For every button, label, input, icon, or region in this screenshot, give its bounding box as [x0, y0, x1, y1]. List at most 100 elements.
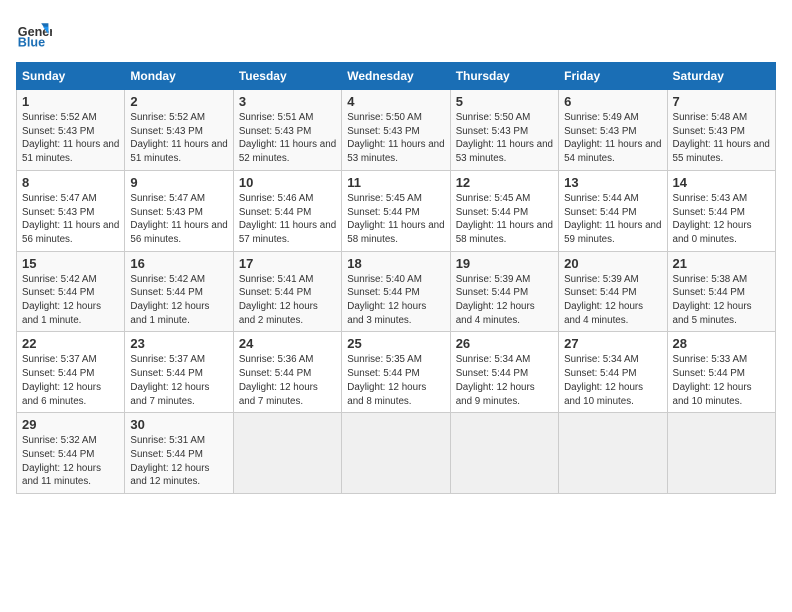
calendar-week-row: 22 Sunrise: 5:37 AMSunset: 5:44 PMDaylig… — [17, 332, 776, 413]
day-info: Sunrise: 5:42 AMSunset: 5:44 PMDaylight:… — [22, 273, 119, 328]
day-info: Sunrise: 5:49 AMSunset: 5:43 PMDaylight:… — [564, 111, 661, 166]
calendar-day-cell — [450, 413, 558, 494]
day-info: Sunrise: 5:45 AMSunset: 5:44 PMDaylight:… — [456, 192, 553, 247]
day-number: 12 — [456, 175, 553, 190]
day-number: 10 — [239, 175, 336, 190]
weekday-header-thursday: Thursday — [450, 63, 558, 90]
calendar-day-cell: 30 Sunrise: 5:31 AMSunset: 5:44 PMDaylig… — [125, 413, 233, 494]
day-info: Sunrise: 5:52 AMSunset: 5:43 PMDaylight:… — [130, 111, 227, 166]
day-number: 28 — [673, 336, 770, 351]
day-number: 8 — [22, 175, 119, 190]
day-number: 23 — [130, 336, 227, 351]
day-number: 20 — [564, 256, 661, 271]
calendar-day-cell: 21 Sunrise: 5:38 AMSunset: 5:44 PMDaylig… — [667, 251, 775, 332]
page-header: General Blue — [16, 16, 776, 52]
calendar-week-row: 29 Sunrise: 5:32 AMSunset: 5:44 PMDaylig… — [17, 413, 776, 494]
day-number: 16 — [130, 256, 227, 271]
weekday-header-tuesday: Tuesday — [233, 63, 341, 90]
calendar-day-cell: 17 Sunrise: 5:41 AMSunset: 5:44 PMDaylig… — [233, 251, 341, 332]
day-number: 5 — [456, 94, 553, 109]
calendar-day-cell: 23 Sunrise: 5:37 AMSunset: 5:44 PMDaylig… — [125, 332, 233, 413]
day-number: 15 — [22, 256, 119, 271]
day-info: Sunrise: 5:32 AMSunset: 5:44 PMDaylight:… — [22, 434, 119, 489]
day-info: Sunrise: 5:36 AMSunset: 5:44 PMDaylight:… — [239, 353, 336, 408]
calendar-week-row: 1 Sunrise: 5:52 AMSunset: 5:43 PMDayligh… — [17, 90, 776, 171]
day-number: 27 — [564, 336, 661, 351]
calendar-day-cell: 4 Sunrise: 5:50 AMSunset: 5:43 PMDayligh… — [342, 90, 450, 171]
weekday-header-friday: Friday — [559, 63, 667, 90]
day-info: Sunrise: 5:47 AMSunset: 5:43 PMDaylight:… — [22, 192, 119, 247]
day-info: Sunrise: 5:50 AMSunset: 5:43 PMDaylight:… — [456, 111, 553, 166]
day-info: Sunrise: 5:34 AMSunset: 5:44 PMDaylight:… — [456, 353, 553, 408]
day-info: Sunrise: 5:47 AMSunset: 5:43 PMDaylight:… — [130, 192, 227, 247]
calendar-table: SundayMondayTuesdayWednesdayThursdayFrid… — [16, 62, 776, 494]
weekday-header-monday: Monday — [125, 63, 233, 90]
calendar-day-cell: 28 Sunrise: 5:33 AMSunset: 5:44 PMDaylig… — [667, 332, 775, 413]
calendar-day-cell: 11 Sunrise: 5:45 AMSunset: 5:44 PMDaylig… — [342, 170, 450, 251]
calendar-day-cell: 25 Sunrise: 5:35 AMSunset: 5:44 PMDaylig… — [342, 332, 450, 413]
calendar-day-cell — [342, 413, 450, 494]
calendar-week-row: 8 Sunrise: 5:47 AMSunset: 5:43 PMDayligh… — [17, 170, 776, 251]
calendar-day-cell: 3 Sunrise: 5:51 AMSunset: 5:43 PMDayligh… — [233, 90, 341, 171]
logo-icon: General Blue — [16, 16, 52, 52]
day-info: Sunrise: 5:39 AMSunset: 5:44 PMDaylight:… — [564, 273, 661, 328]
day-number: 13 — [564, 175, 661, 190]
day-info: Sunrise: 5:35 AMSunset: 5:44 PMDaylight:… — [347, 353, 444, 408]
day-number: 24 — [239, 336, 336, 351]
calendar-day-cell: 7 Sunrise: 5:48 AMSunset: 5:43 PMDayligh… — [667, 90, 775, 171]
calendar-day-cell: 27 Sunrise: 5:34 AMSunset: 5:44 PMDaylig… — [559, 332, 667, 413]
calendar-header-row: SundayMondayTuesdayWednesdayThursdayFrid… — [17, 63, 776, 90]
day-info: Sunrise: 5:42 AMSunset: 5:44 PMDaylight:… — [130, 273, 227, 328]
day-number: 9 — [130, 175, 227, 190]
day-number: 6 — [564, 94, 661, 109]
calendar-week-row: 15 Sunrise: 5:42 AMSunset: 5:44 PMDaylig… — [17, 251, 776, 332]
day-number: 30 — [130, 417, 227, 432]
day-info: Sunrise: 5:52 AMSunset: 5:43 PMDaylight:… — [22, 111, 119, 166]
day-info: Sunrise: 5:41 AMSunset: 5:44 PMDaylight:… — [239, 273, 336, 328]
day-info: Sunrise: 5:50 AMSunset: 5:43 PMDaylight:… — [347, 111, 444, 166]
day-number: 2 — [130, 94, 227, 109]
day-number: 29 — [22, 417, 119, 432]
day-number: 4 — [347, 94, 444, 109]
calendar-day-cell: 1 Sunrise: 5:52 AMSunset: 5:43 PMDayligh… — [17, 90, 125, 171]
calendar-day-cell — [233, 413, 341, 494]
day-info: Sunrise: 5:34 AMSunset: 5:44 PMDaylight:… — [564, 353, 661, 408]
calendar-day-cell: 5 Sunrise: 5:50 AMSunset: 5:43 PMDayligh… — [450, 90, 558, 171]
day-info: Sunrise: 5:33 AMSunset: 5:44 PMDaylight:… — [673, 353, 770, 408]
day-number: 18 — [347, 256, 444, 271]
day-info: Sunrise: 5:31 AMSunset: 5:44 PMDaylight:… — [130, 434, 227, 489]
calendar-day-cell: 15 Sunrise: 5:42 AMSunset: 5:44 PMDaylig… — [17, 251, 125, 332]
svg-text:Blue: Blue — [18, 36, 45, 50]
day-number: 25 — [347, 336, 444, 351]
day-info: Sunrise: 5:38 AMSunset: 5:44 PMDaylight:… — [673, 273, 770, 328]
weekday-header-wednesday: Wednesday — [342, 63, 450, 90]
weekday-header-sunday: Sunday — [17, 63, 125, 90]
day-info: Sunrise: 5:37 AMSunset: 5:44 PMDaylight:… — [130, 353, 227, 408]
calendar-day-cell: 8 Sunrise: 5:47 AMSunset: 5:43 PMDayligh… — [17, 170, 125, 251]
day-number: 3 — [239, 94, 336, 109]
day-info: Sunrise: 5:37 AMSunset: 5:44 PMDaylight:… — [22, 353, 119, 408]
day-info: Sunrise: 5:45 AMSunset: 5:44 PMDaylight:… — [347, 192, 444, 247]
day-info: Sunrise: 5:51 AMSunset: 5:43 PMDaylight:… — [239, 111, 336, 166]
day-info: Sunrise: 5:40 AMSunset: 5:44 PMDaylight:… — [347, 273, 444, 328]
calendar-day-cell: 20 Sunrise: 5:39 AMSunset: 5:44 PMDaylig… — [559, 251, 667, 332]
calendar-day-cell: 9 Sunrise: 5:47 AMSunset: 5:43 PMDayligh… — [125, 170, 233, 251]
weekday-header-saturday: Saturday — [667, 63, 775, 90]
calendar-day-cell: 16 Sunrise: 5:42 AMSunset: 5:44 PMDaylig… — [125, 251, 233, 332]
day-number: 19 — [456, 256, 553, 271]
day-info: Sunrise: 5:48 AMSunset: 5:43 PMDaylight:… — [673, 111, 770, 166]
day-number: 17 — [239, 256, 336, 271]
calendar-day-cell: 26 Sunrise: 5:34 AMSunset: 5:44 PMDaylig… — [450, 332, 558, 413]
calendar-day-cell: 14 Sunrise: 5:43 AMSunset: 5:44 PMDaylig… — [667, 170, 775, 251]
day-number: 7 — [673, 94, 770, 109]
calendar-day-cell — [559, 413, 667, 494]
day-number: 22 — [22, 336, 119, 351]
day-info: Sunrise: 5:46 AMSunset: 5:44 PMDaylight:… — [239, 192, 336, 247]
day-number: 26 — [456, 336, 553, 351]
calendar-day-cell: 24 Sunrise: 5:36 AMSunset: 5:44 PMDaylig… — [233, 332, 341, 413]
day-info: Sunrise: 5:43 AMSunset: 5:44 PMDaylight:… — [673, 192, 770, 247]
calendar-day-cell: 19 Sunrise: 5:39 AMSunset: 5:44 PMDaylig… — [450, 251, 558, 332]
calendar-day-cell: 2 Sunrise: 5:52 AMSunset: 5:43 PMDayligh… — [125, 90, 233, 171]
calendar-day-cell: 6 Sunrise: 5:49 AMSunset: 5:43 PMDayligh… — [559, 90, 667, 171]
calendar-day-cell: 12 Sunrise: 5:45 AMSunset: 5:44 PMDaylig… — [450, 170, 558, 251]
